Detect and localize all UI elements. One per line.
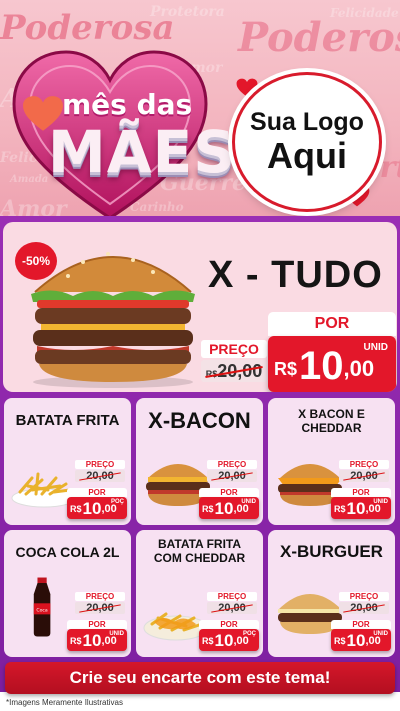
price-integer: 10	[346, 499, 366, 518]
product-card-batata-cheddar[interactable]: BATATA FRITA COM CHEDDAR PREÇO 20,00 POR…	[136, 530, 263, 657]
old-price: 20,00	[75, 602, 125, 614]
new-price-block: POR R$ 10 ,00 UNID	[268, 312, 396, 392]
product-card-batata-frita[interactable]: BATATA FRITA PREÇO 20,00 POR R$ 10,00 POÇ	[4, 398, 131, 525]
old-price: R$20,00	[201, 360, 267, 382]
price-currency: R$	[70, 504, 82, 514]
old-price: 20,00	[75, 470, 125, 482]
new-price-label: POR	[67, 488, 127, 497]
old-price-block: PREÇO 20,00	[339, 592, 389, 614]
featured-title: X - TUDO	[208, 254, 383, 296]
old-price-block: PREÇO 20,00	[207, 460, 257, 482]
new-price-block: POR R$ 10,00 UNID	[199, 488, 259, 519]
price-integer: 10	[214, 499, 234, 518]
price-currency: R$	[70, 636, 82, 646]
new-price-label: POR	[199, 488, 259, 497]
campaign-title: MÃES	[48, 118, 236, 186]
price-unit: POÇ	[110, 499, 124, 505]
price-currency: R$	[274, 359, 298, 379]
product-title: X-BURGUER	[280, 542, 383, 561]
old-price-block: PREÇO 20,00	[75, 592, 125, 614]
product-card-x-bacon[interactable]: X-BACON PREÇO 20,00 POR R$ 10,00 UNID	[136, 398, 263, 525]
logo-text-line1: Sua Logo	[250, 108, 364, 137]
product-title: X-BACON	[148, 408, 251, 433]
product-title: COCA COLA 2L	[15, 544, 120, 560]
featured-offer-card[interactable]: -50% X - TUDO PREÇO R$20,00 POR R$ 10 ,0…	[3, 222, 397, 392]
price-unit: UNID	[241, 499, 256, 505]
new-price-label: POR	[331, 488, 391, 497]
old-price-label: PREÇO	[207, 592, 257, 601]
new-price-block: POR R$ 10,00 POÇ	[67, 488, 127, 519]
new-price-block: POR R$ 10,00 UNID	[67, 620, 127, 651]
offers-panel: -50% X - TUDO PREÇO R$20,00 POR R$ 10 ,0…	[0, 216, 400, 692]
price-integer: 10	[299, 344, 344, 388]
old-price: 20,00	[339, 602, 389, 614]
price-unit: UNID	[373, 499, 388, 505]
price-unit: UNID	[373, 631, 388, 637]
old-price: 20,00	[207, 470, 257, 482]
new-price: R$ 10 ,00 UNID	[268, 336, 396, 392]
new-price-label: POR	[199, 620, 259, 629]
logo-placeholder[interactable]: Sua Logo Aqui	[232, 72, 382, 212]
disclaimer-text: *Imagens Meramente Ilustrativas	[6, 698, 123, 707]
bg-word: Poderosa	[238, 14, 400, 61]
new-price: R$ 10,00 UNID	[331, 629, 391, 651]
old-price-block: PREÇO 20,00	[207, 592, 257, 614]
old-price-block: PREÇO 20,00	[339, 460, 389, 482]
product-title: BATATA FRITA COM CHEDDAR	[153, 537, 246, 565]
old-price: 20,00	[207, 602, 257, 614]
price-integer: 10	[82, 631, 102, 650]
bg-word: Poderosa	[0, 8, 175, 48]
price-unit: UNID	[363, 342, 388, 353]
price-currency: R$	[334, 504, 346, 514]
price-cents: ,00	[343, 356, 375, 381]
new-price: R$ 10,00 POÇ	[199, 629, 259, 651]
old-price-label: PREÇO	[75, 592, 125, 601]
new-price-block: POR R$ 10,00 UNID	[331, 488, 391, 519]
new-price: R$ 10,00 UNID	[331, 497, 391, 519]
old-price-currency: R$	[205, 369, 218, 379]
new-price: R$ 10,00 UNID	[67, 629, 127, 651]
old-price-label: PREÇO	[339, 592, 389, 601]
old-price: 20,00	[339, 470, 389, 482]
new-price-label: POR	[268, 312, 396, 336]
old-price-value: 20,00	[217, 361, 263, 381]
old-price-label: PREÇO	[201, 340, 267, 358]
old-price-label: PREÇO	[75, 460, 125, 469]
svg-text:Coca: Coca	[36, 608, 48, 614]
new-price: R$ 10,00 POÇ	[67, 497, 127, 519]
price-integer: 10	[82, 499, 102, 518]
new-price-label: POR	[67, 620, 127, 629]
old-price-label: PREÇO	[207, 460, 257, 469]
price-unit: POÇ	[242, 631, 256, 637]
product-card-x-bacon-cheddar[interactable]: X BACON E CHEDDAR PREÇO 20,00 POR R$ 10,0…	[268, 398, 395, 525]
product-title: BATATA FRITA	[15, 412, 120, 429]
bg-word: Protetora	[150, 4, 225, 20]
old-price-block: PREÇO R$20,00	[201, 340, 267, 382]
header-banner: Poderosa Protetora Poderosa Amor Felicid…	[0, 0, 400, 218]
new-price: R$ 10,00 UNID	[199, 497, 259, 519]
logo-text-line2: Aqui	[267, 134, 347, 176]
discount-badge: -50%	[15, 242, 57, 280]
campaign-subtitle: mês das	[62, 88, 193, 121]
new-price-label: POR	[331, 620, 391, 629]
old-price-label: PREÇO	[339, 460, 389, 469]
product-title: X BACON E CHEDDAR	[298, 407, 365, 435]
product-card-coca-cola[interactable]: COCA COLA 2L Coca PREÇO 20,00 POR R$ 10,0…	[4, 530, 131, 657]
product-card-x-burguer[interactable]: X-BURGUER PREÇO 20,00 POR R$ 10,00 UNID	[268, 530, 395, 657]
new-price-block: POR R$ 10,00 UNID	[331, 620, 391, 651]
price-integer: 10	[214, 631, 234, 650]
price-unit: UNID	[109, 631, 124, 637]
price-currency: R$	[334, 636, 346, 646]
price-integer: 10	[346, 631, 366, 650]
old-price-block: PREÇO 20,00	[75, 460, 125, 482]
price-currency: R$	[202, 636, 214, 646]
price-currency: R$	[202, 504, 214, 514]
new-price-block: POR R$ 10,00 POÇ	[199, 620, 259, 651]
cta-banner[interactable]: Crie seu encarte com este tema!	[5, 662, 395, 694]
bg-word: Felicidade	[330, 6, 399, 20]
